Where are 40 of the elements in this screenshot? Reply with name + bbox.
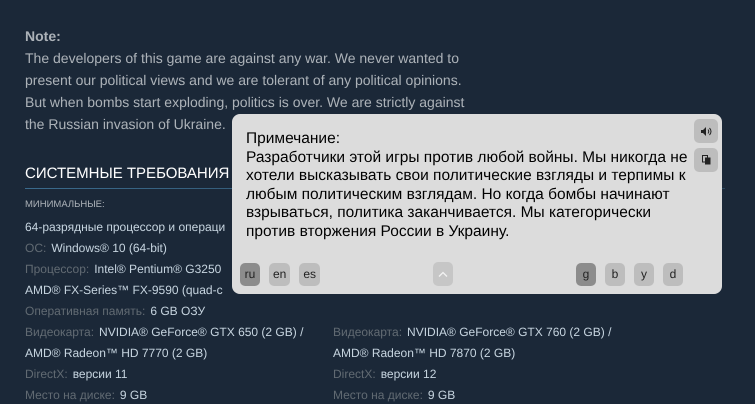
spec-value: AMD® Radeon™ HD 7870 (2 GB) [333,346,516,360]
spec-value: версии 11 [72,366,128,380]
spec-value: Windows® 10 (64-bit) [51,240,167,254]
language-button[interactable]: ru [240,262,260,286]
note-title: Примечание: [246,130,340,148]
language-button[interactable]: es [299,262,320,286]
language-button[interactable]: en [269,262,290,286]
engine-button[interactable]: d [663,262,683,286]
spec-label: Видеокарта: [333,324,402,338]
chevron-up-icon [438,271,448,277]
spec-label: Место на диске: [333,388,423,402]
spec-value: Intel® Pentium® G3250 [94,262,222,276]
section-heading: СИСТЕМНЫЕ ТРЕБОВАНИЯ [25,165,230,184]
spec-value: AMD® FX-Series™ FX-9590 (quad-c [25,282,223,296]
engine-button[interactable]: y [634,262,654,286]
spec-label: ОС: [25,240,46,254]
engine-button[interactable]: b [605,262,625,286]
copy-icon [702,155,710,165]
spec-label: Место на диске: [25,388,115,402]
spec-value: 9 GB [120,388,148,402]
spec-value: 64-разрядные процессор и операци [25,220,226,234]
translated-text: Разработчики этой игры против любой войны. Мы никогда не хотели высказывать свои политические взгляды и терпимы к любым политическим взглядам. Но когда бомбы начинают взрываться, политика заканчивается. Мы категорически против вторжения России в Украину. [246,148,688,241]
spec-value: AMD® Radeon™ HD 7770 (2 GB) [25,346,208,360]
speaker-icon [700,126,712,136]
spec-value: 9 GB [428,388,456,402]
spec-label: Видеокарта: [25,324,94,338]
speaker-button[interactable] [694,119,718,143]
spec-label: Оперативная память: [25,304,146,318]
spec-label: Процессор: [25,262,90,276]
spec-value: 6 GB ОЗУ [150,304,206,318]
spec-value: версии 12 [380,366,436,380]
spec-value: NVIDIA® GeForce® GTX 760 (2 GB) / [407,324,612,338]
note-text: The developers of this game are against any war. We never wanted to present our political views and we are tolerant of any political opinions. But when bombs start exploding, politics is over. We are strictly against the Russian invasion of Ukraine. [25,49,465,132]
spec-value: NVIDIA® GeForce® GTX 650 (2 GB) / [99,324,304,338]
engine-button[interactable]: g [576,262,596,286]
minimum-label: МИНИМАЛЬНЫЕ: [25,199,105,210]
note-title: Note: [25,27,61,46]
spec-label: DirectX: [333,366,376,380]
spec-label: DirectX: [25,366,68,380]
copy-button[interactable] [694,148,718,172]
